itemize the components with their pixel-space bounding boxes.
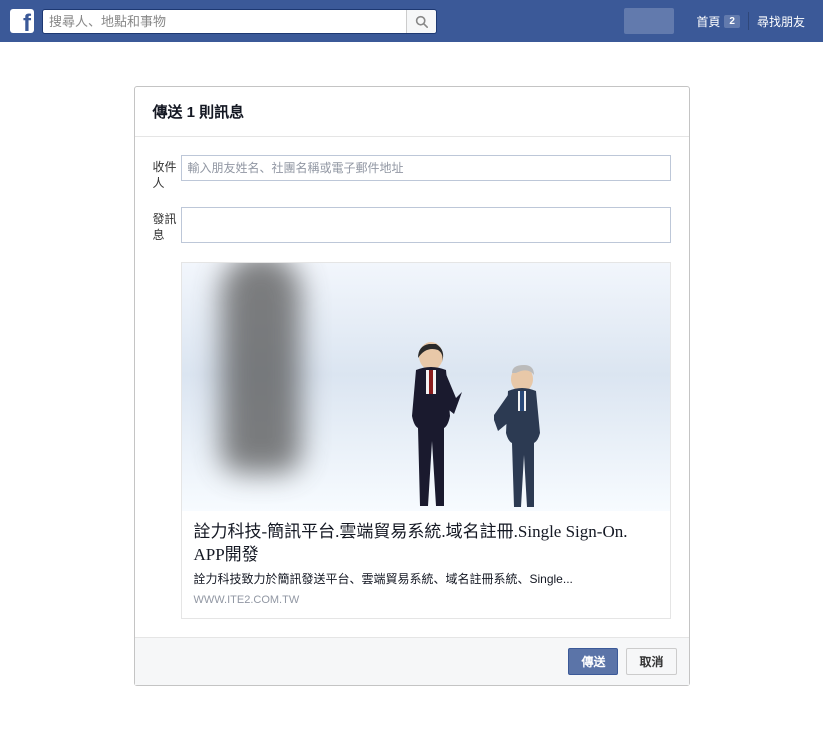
nav-find-friends-label: 尋找朋友 bbox=[757, 13, 805, 30]
dialog-body: 收件人 發訊息 bbox=[135, 137, 689, 637]
link-preview-text: 詮力科技-簡訊平台.雲端貿易系統.域名註冊.Single Sign-On. AP… bbox=[182, 511, 670, 618]
profile-block[interactable] bbox=[624, 8, 674, 34]
link-preview-title: 詮力科技-簡訊平台.雲端貿易系統.域名註冊.Single Sign-On. AP… bbox=[194, 521, 658, 567]
nav-home-link[interactable]: 首頁 2 bbox=[688, 0, 748, 42]
message-textarea[interactable] bbox=[181, 207, 671, 243]
link-preview-card[interactable]: 詮力科技-簡訊平台.雲端貿易系統.域名註冊.Single Sign-On. AP… bbox=[181, 262, 671, 619]
link-preview-description: 詮力科技致力於簡訊發送平台、雲端貿易系統、域名註冊系統、Single... bbox=[194, 571, 658, 588]
nav-home-badge: 2 bbox=[724, 15, 740, 28]
figurine-left-icon bbox=[396, 336, 466, 511]
search-icon bbox=[415, 15, 428, 28]
nav-right: 首頁 2 尋找朋友 bbox=[624, 0, 813, 42]
message-field-wrap bbox=[181, 207, 671, 246]
recipient-row: 收件人 bbox=[153, 155, 671, 191]
search-input[interactable] bbox=[43, 10, 406, 33]
link-preview-image bbox=[182, 263, 670, 511]
link-preview-domain: WWW.ITE2.COM.TW bbox=[194, 594, 658, 606]
dialog-footer: 傳送 取消 bbox=[135, 637, 689, 685]
attachment-spacer bbox=[153, 262, 181, 619]
search-container bbox=[42, 9, 437, 34]
attachment-row: 詮力科技-簡訊平台.雲端貿易系統.域名註冊.Single Sign-On. AP… bbox=[153, 262, 671, 619]
recipient-input[interactable] bbox=[181, 155, 671, 181]
top-navbar: 首頁 2 尋找朋友 bbox=[0, 0, 823, 42]
recipient-field-wrap bbox=[181, 155, 671, 191]
message-row: 發訊息 bbox=[153, 207, 671, 246]
nav-home-label: 首頁 bbox=[696, 13, 720, 30]
facebook-logo-icon[interactable] bbox=[10, 9, 34, 33]
dialog-title: 傳送 1 則訊息 bbox=[153, 101, 671, 122]
send-button[interactable]: 傳送 bbox=[568, 648, 618, 675]
cancel-button[interactable]: 取消 bbox=[626, 648, 676, 675]
message-label: 發訊息 bbox=[153, 207, 181, 246]
dialog-header: 傳送 1 則訊息 bbox=[135, 87, 689, 137]
blurred-figure-icon bbox=[221, 263, 301, 473]
send-message-dialog: 傳送 1 則訊息 收件人 發訊息 bbox=[134, 86, 690, 686]
search-button[interactable] bbox=[406, 10, 436, 33]
nav-find-friends-link[interactable]: 尋找朋友 bbox=[749, 0, 813, 42]
recipient-label: 收件人 bbox=[153, 155, 181, 191]
figurine-right-icon bbox=[494, 361, 554, 511]
